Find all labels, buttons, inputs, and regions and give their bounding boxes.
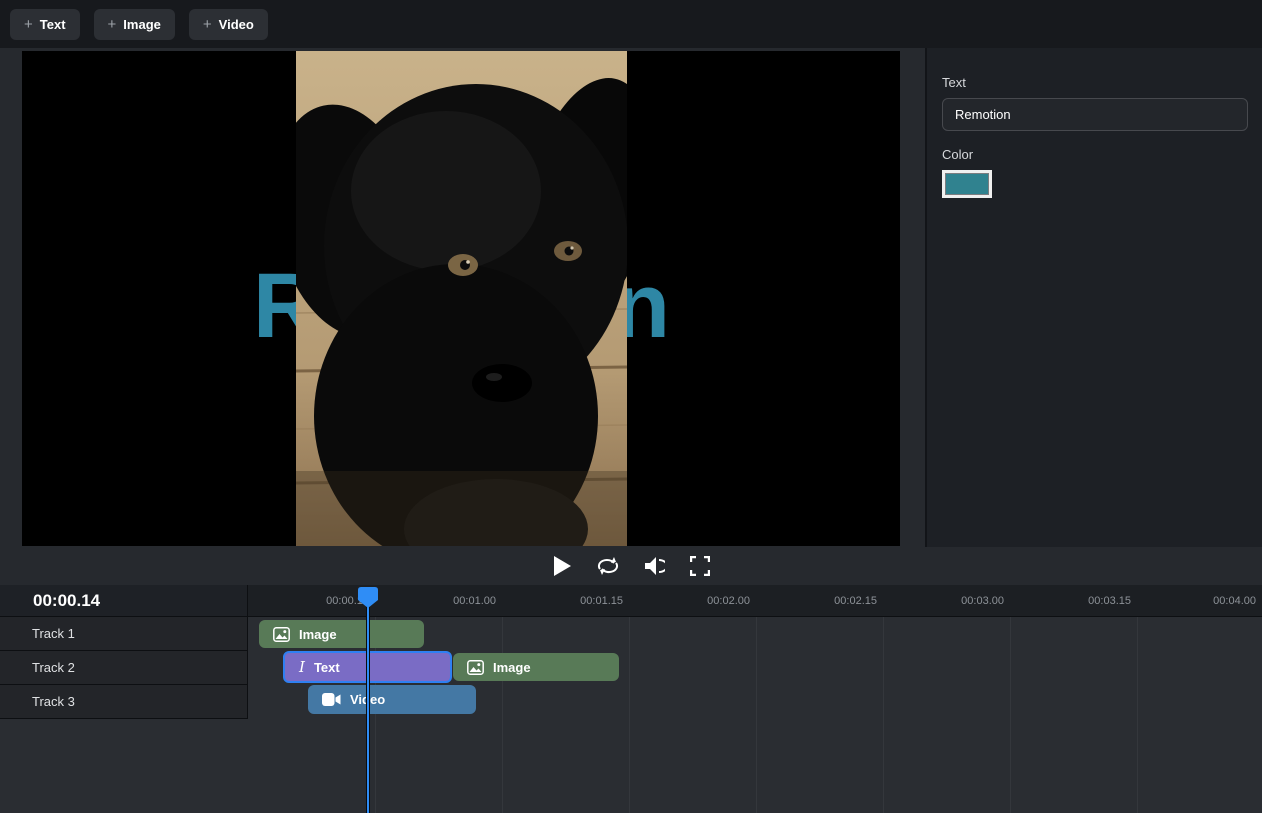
add-text-button[interactable]: + Text [10, 9, 80, 40]
timeline-gridline [1010, 585, 1011, 813]
text-icon: I [299, 658, 305, 676]
plus-icon: + [203, 16, 212, 33]
color-picker-swatch[interactable] [942, 170, 992, 198]
timeline-ruler[interactable]: 00:00.15 00:01.00 00:01.15 00:02.00 00:02.15… [248, 585, 1262, 617]
timeline-left-column: 00:00.14 Track 1Track 2Track 3 [0, 585, 248, 719]
button-label: Text [40, 17, 66, 32]
clip-label: Image [299, 627, 337, 642]
ruler-tick-label: 00:04.00 [1168, 585, 1256, 617]
button-label: Image [123, 17, 161, 32]
image-clip[interactable]: Image [453, 653, 619, 681]
image-clip[interactable]: Image [259, 620, 424, 648]
button-label: Video [219, 17, 254, 32]
playhead-handle[interactable] [357, 586, 379, 608]
timecode-display: 00:00.14 [0, 585, 247, 617]
fullscreen-button[interactable] [687, 553, 713, 579]
ruler-tick-label: 00:00.15 [281, 585, 369, 617]
color-swatch-fill [945, 173, 989, 195]
ruler-tick-label: 00:03.00 [916, 585, 1004, 617]
ruler-tick-label: 00:02.00 [662, 585, 750, 617]
image-icon [467, 660, 484, 675]
loop-button[interactable] [595, 553, 621, 579]
timeline-gridline [883, 585, 884, 813]
ruler-tick-label: 00:03.15 [1043, 585, 1131, 617]
track-label-3: Track 3 [0, 685, 247, 719]
text-input[interactable] [942, 98, 1248, 131]
plus-icon: + [108, 16, 117, 33]
toolbar: + Text + Image + Video [0, 0, 1262, 48]
add-video-button[interactable]: + Video [189, 9, 268, 40]
track-label-2: Track 2 [0, 651, 247, 685]
text-field-label: Text [942, 75, 1247, 90]
timeline-gridline [756, 585, 757, 813]
dog-photo [296, 51, 627, 546]
timeline-gridline [629, 585, 630, 813]
ruler-tick-label: 00:01.00 [408, 585, 496, 617]
inspector-panel: Text Color [925, 48, 1262, 547]
video-clip[interactable]: Video [308, 685, 476, 714]
clip-label: Text [314, 660, 340, 675]
playhead-line[interactable] [367, 597, 369, 813]
color-field-label: Color [942, 147, 1247, 162]
timeline-gridline [1137, 585, 1138, 813]
video-icon [322, 693, 341, 706]
preview-canvas[interactable]: Remotion [22, 51, 900, 546]
play-icon [552, 555, 572, 577]
ruler-tick-label: 00:01.15 [535, 585, 623, 617]
timeline-gridline [502, 585, 503, 813]
timeline: 00:00.15 00:01.00 00:01.15 00:02.00 00:02.15… [0, 585, 1262, 813]
image-icon [273, 627, 290, 642]
add-image-button[interactable]: + Image [94, 9, 175, 40]
track-label-1: Track 1 [0, 617, 247, 651]
clip-label: Image [493, 660, 531, 675]
volume-button[interactable] [641, 553, 667, 579]
loop-icon [596, 556, 620, 576]
ruler-tick-label: 00:02.15 [789, 585, 877, 617]
editor-main: Remotion [0, 48, 1262, 547]
fullscreen-icon [690, 556, 710, 576]
play-button[interactable] [549, 553, 575, 579]
plus-icon: + [24, 16, 33, 33]
volume-icon [643, 556, 665, 576]
transport-bar [0, 547, 1262, 585]
